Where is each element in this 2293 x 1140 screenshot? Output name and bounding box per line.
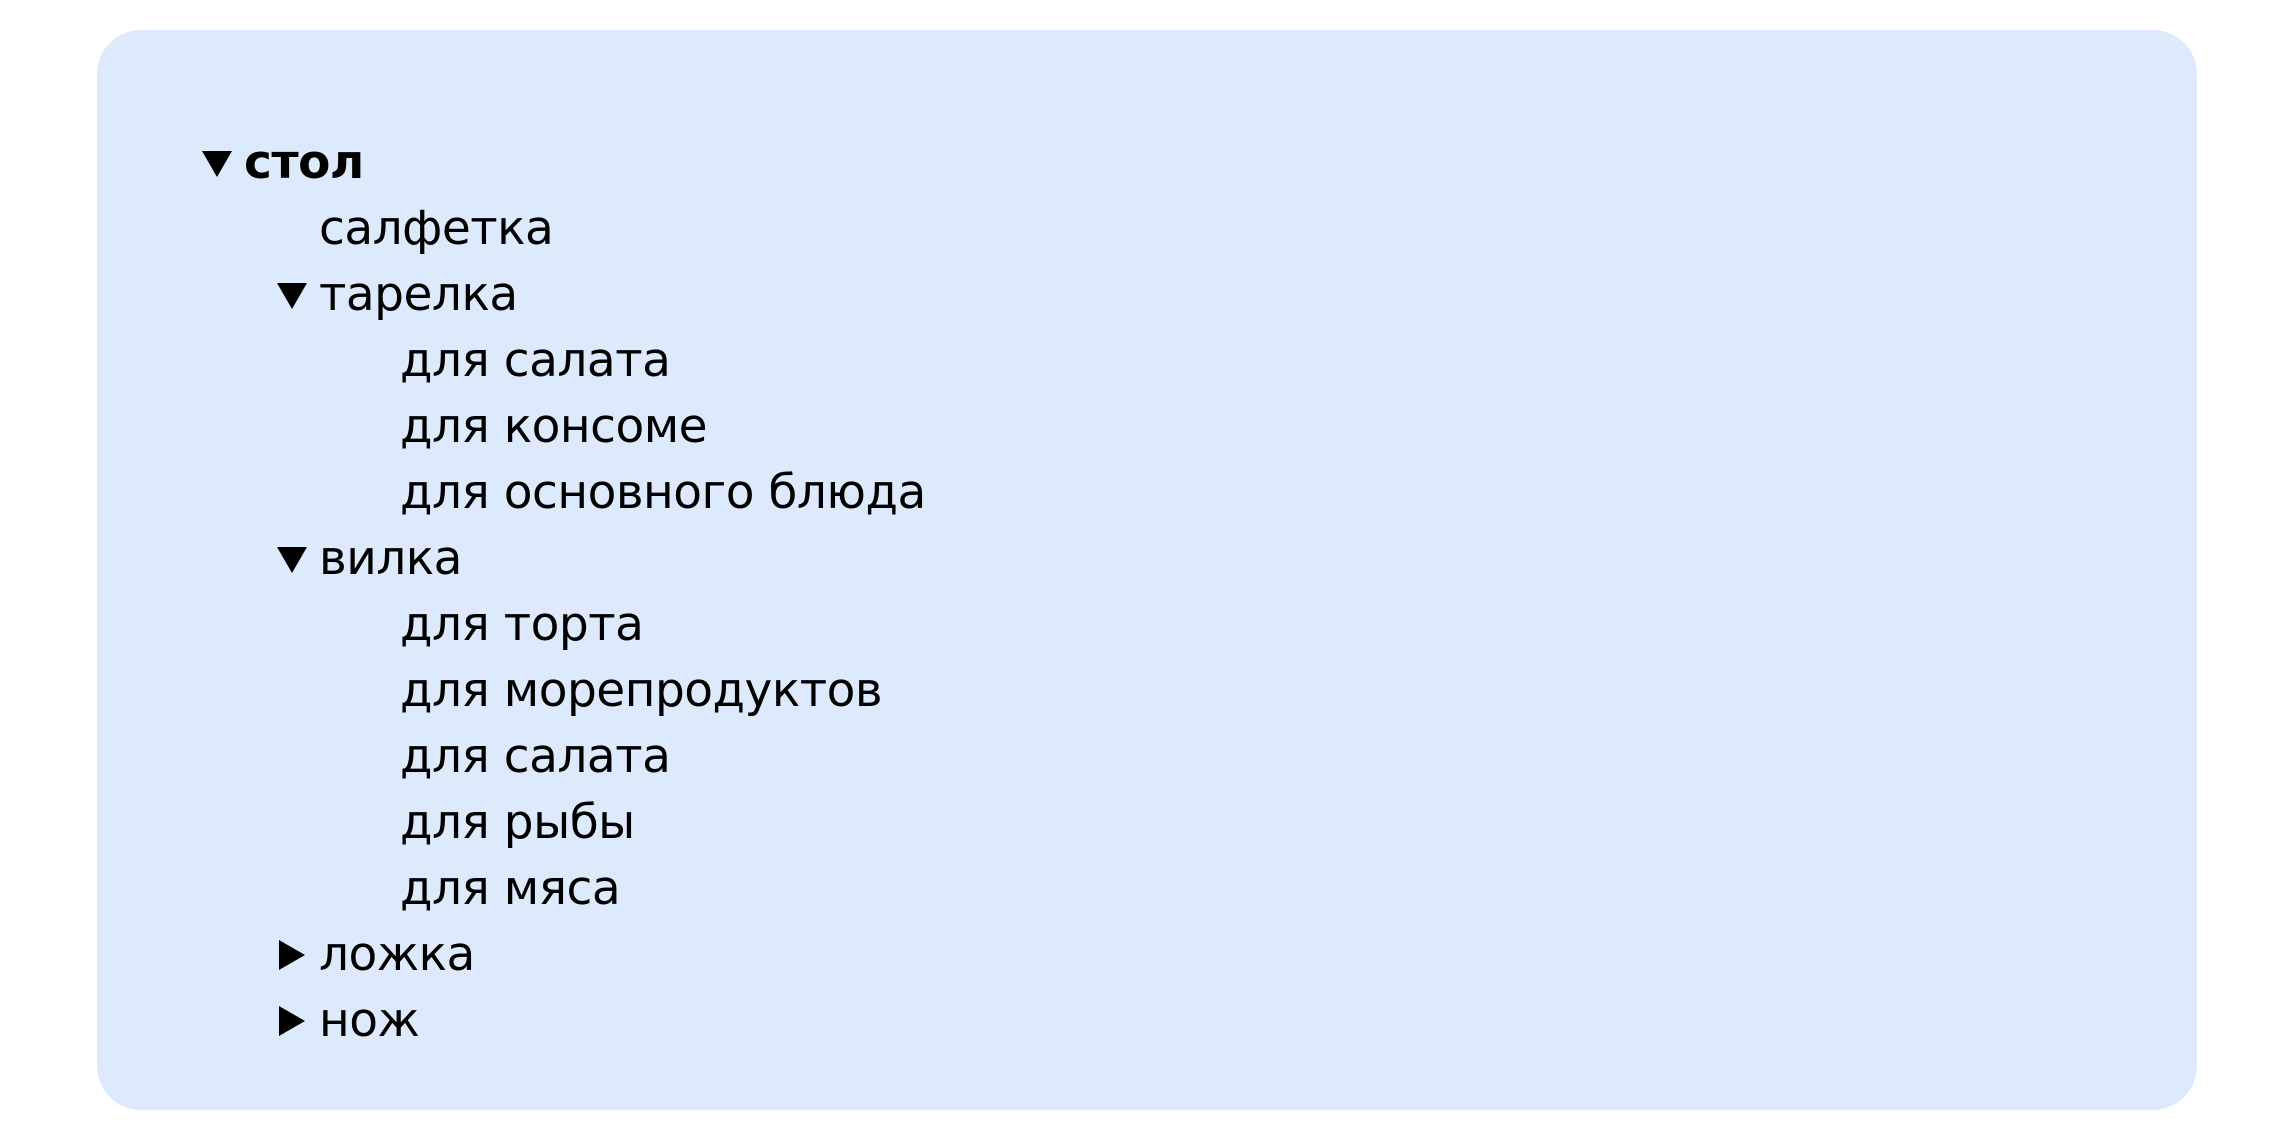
tree-node-label: стол bbox=[244, 135, 364, 190]
tree-node-label: вилка bbox=[319, 531, 462, 586]
expand-triangle-icon[interactable] bbox=[279, 1006, 305, 1036]
collapse-triangle-icon[interactable] bbox=[202, 151, 232, 177]
tree-leaf-label: для морепродуктов bbox=[400, 663, 883, 718]
expand-triangle-icon[interactable] bbox=[279, 940, 305, 970]
tree-node-label: салфетка bbox=[319, 201, 554, 256]
tree-leaf-label: для рыбы bbox=[400, 795, 635, 850]
tree-node-label: тарелка bbox=[319, 267, 518, 322]
tree-leaf-label: для торта bbox=[400, 597, 644, 652]
tree-leaf-label: для салата bbox=[400, 333, 671, 388]
tree-leaf-label: для салата bbox=[400, 729, 671, 784]
tree-node-label: нож bbox=[319, 993, 420, 1048]
collapse-triangle-icon[interactable] bbox=[277, 283, 307, 309]
tree-leaf-label: для основного блюда bbox=[400, 465, 926, 520]
tree-leaf-label: для консоме bbox=[400, 399, 708, 454]
tree-panel: стол салфетка тарелка для салата для кон… bbox=[97, 30, 2197, 1110]
tree-node-label: ложка bbox=[319, 927, 475, 982]
tree-leaf-label: для мяса bbox=[400, 861, 621, 916]
collapse-triangle-icon[interactable] bbox=[277, 547, 307, 573]
